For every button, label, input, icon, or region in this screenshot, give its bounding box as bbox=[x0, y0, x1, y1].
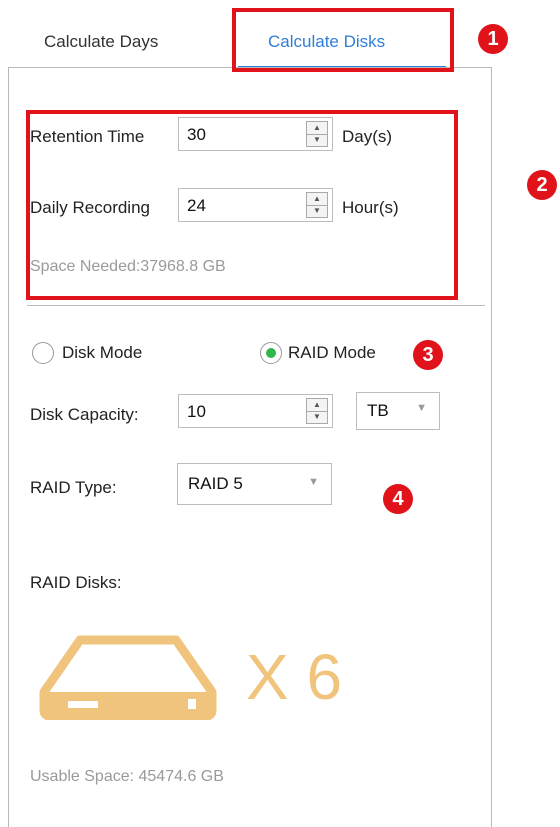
section-divider bbox=[27, 305, 485, 306]
disk-mode-label[interactable]: Disk Mode bbox=[62, 343, 142, 363]
hard-disk-icon bbox=[39, 635, 217, 720]
chevron-down-icon[interactable]: ▼ bbox=[416, 402, 427, 414]
raid-type-value[interactable]: RAID 5 bbox=[188, 474, 243, 494]
raid-mode-radio[interactable] bbox=[260, 342, 282, 364]
disk-capacity-stepper[interactable]: 10 ▲ ▼ bbox=[178, 394, 333, 428]
usable-space-text: Usable Space: 45474.6 GB bbox=[30, 768, 224, 785]
disk-capacity-unit-value[interactable]: TB bbox=[367, 401, 389, 421]
chevron-down-icon[interactable]: ▼ bbox=[308, 476, 319, 488]
annotation-box-tabs bbox=[232, 8, 454, 72]
annotation-badge-2: 2 bbox=[527, 170, 557, 200]
raid-disk-count: X 6 bbox=[246, 641, 343, 713]
annotation-badge-4: 4 bbox=[383, 484, 413, 514]
raid-type-label: RAID Type: bbox=[30, 478, 117, 497]
tab-calculate-days[interactable]: Calculate Days bbox=[44, 32, 158, 52]
annotation-badge-1: 1 bbox=[478, 24, 508, 54]
disk-capacity-label: Disk Capacity: bbox=[30, 405, 139, 424]
annotation-box-inputs bbox=[26, 110, 458, 300]
disk-mode-radio[interactable] bbox=[32, 342, 54, 364]
radio-selected-dot bbox=[266, 348, 276, 358]
spin-down-icon[interactable]: ▼ bbox=[307, 411, 327, 423]
annotation-badge-3: 3 bbox=[413, 340, 443, 370]
raid-disks-label: RAID Disks: bbox=[30, 573, 122, 592]
disk-capacity-spin-buttons[interactable]: ▲ ▼ bbox=[306, 398, 328, 424]
raid-mode-label[interactable]: RAID Mode bbox=[288, 343, 376, 363]
disk-capacity-value[interactable]: 10 bbox=[187, 402, 206, 422]
raid-type-select[interactable]: RAID 5 ▼ bbox=[177, 463, 332, 505]
disk-capacity-unit-select[interactable]: TB ▼ bbox=[356, 392, 440, 430]
